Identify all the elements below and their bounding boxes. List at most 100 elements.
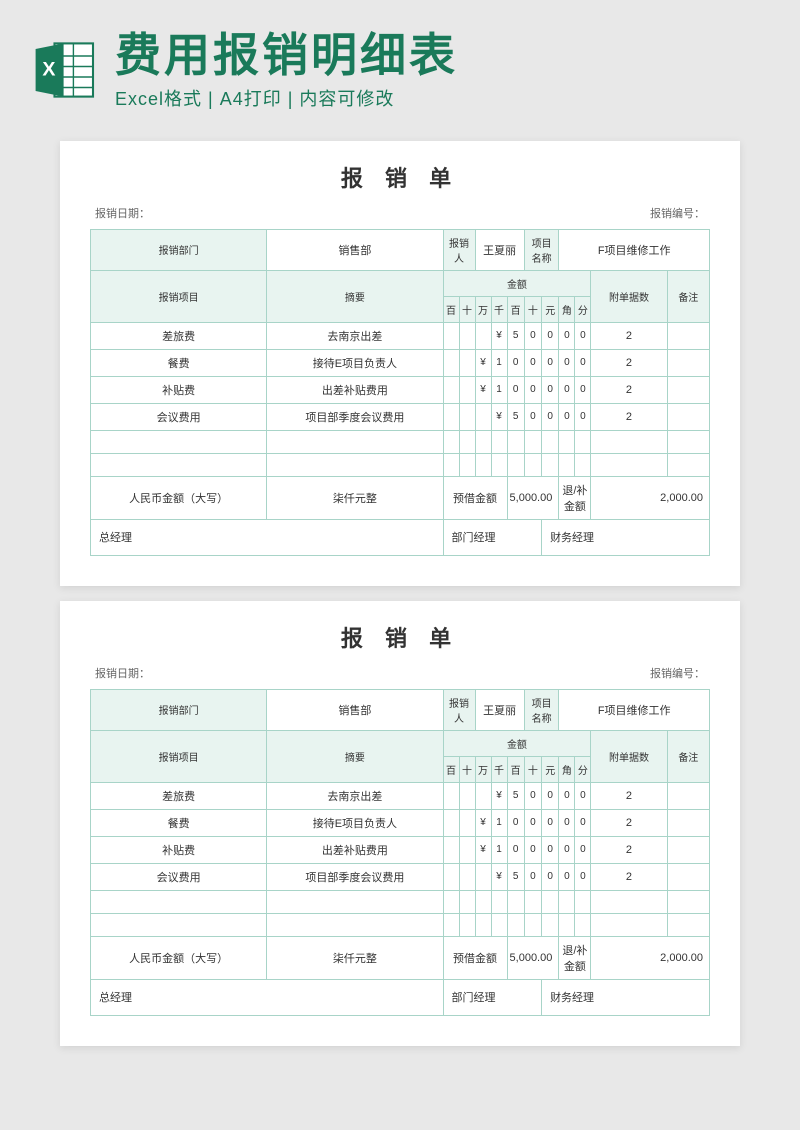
digit-cell: 5 [507, 403, 524, 430]
dept-value: 销售部 [267, 689, 443, 730]
attach-cell: 2 [591, 403, 667, 430]
date-label: 报销日期： [95, 205, 150, 221]
digit-cell: 0 [575, 782, 591, 809]
dept-label: 报销部门 [91, 229, 267, 270]
total-label: 人民币金额（大写） [91, 476, 267, 519]
table-row: 会议费用项目部季度会议费用¥500002 [91, 403, 710, 430]
digit-cell [475, 863, 491, 890]
digit-cell: ¥ [491, 403, 507, 430]
digit-h: 元 [542, 756, 559, 782]
digit-h: 十 [524, 296, 541, 322]
total-label: 人民币金额（大写） [91, 936, 267, 979]
digit-cell: 0 [507, 376, 524, 403]
project-label: 项目名称 [524, 229, 559, 270]
digit-cell [443, 322, 459, 349]
excel-icon: X [30, 35, 100, 105]
refund-label: 退/补金额 [559, 476, 591, 519]
person-value: 王夏丽 [475, 229, 524, 270]
remark-cell [667, 809, 709, 836]
remark-cell [667, 349, 709, 376]
table-row: 餐费接待E项目负责人¥1000002 [91, 349, 710, 376]
digit-h: 百 [443, 756, 459, 782]
attach-cell: 2 [591, 349, 667, 376]
form-title: 报 销 单 [90, 161, 710, 193]
digit-cell: ¥ [475, 349, 491, 376]
remark-cell [667, 863, 709, 890]
sign-dm: 部门经理 [443, 979, 542, 1015]
project-value: F项目维修工作 [559, 689, 710, 730]
digit-cell: ¥ [475, 376, 491, 403]
item-cell: 差旅费 [91, 782, 267, 809]
attach-header: 附单据数 [591, 730, 667, 782]
digit-cell: 0 [524, 349, 541, 376]
advance-label: 预借金额 [443, 476, 507, 519]
project-label: 项目名称 [524, 689, 559, 730]
amount-header: 金额 [443, 730, 591, 756]
digit-cell: ¥ [491, 863, 507, 890]
expense-table: 报销部门 销售部 报销人 王夏丽 项目名称 F项目维修工作 报销项目 摘要 金额… [90, 229, 710, 556]
digit-cell [459, 322, 475, 349]
refund-value: 2,000.00 [591, 936, 710, 979]
person-value: 王夏丽 [475, 689, 524, 730]
digit-cell [475, 782, 491, 809]
remark-header: 备注 [667, 730, 709, 782]
digit-cell: 0 [507, 349, 524, 376]
attach-cell: 2 [591, 863, 667, 890]
digit-cell: 1 [491, 836, 507, 863]
digit-h: 百 [443, 296, 459, 322]
digit-cell: 0 [542, 403, 559, 430]
digit-cell: 0 [524, 376, 541, 403]
remark-cell [667, 322, 709, 349]
number-label: 报销编号： [650, 205, 705, 221]
digit-cell [459, 836, 475, 863]
expense-table: 报销部门 销售部 报销人 王夏丽 项目名称 F项目维修工作 报销项目 摘要 金额… [90, 689, 710, 1016]
digit-cell: 0 [559, 809, 575, 836]
item-cell: 会议费用 [91, 403, 267, 430]
digit-cell: 0 [559, 403, 575, 430]
digit-cell: 0 [575, 322, 591, 349]
remark-cell [667, 836, 709, 863]
summary-cell: 接待E项目负责人 [267, 809, 443, 836]
digit-cell [459, 349, 475, 376]
table-row: 会议费用项目部季度会议费用¥500002 [91, 863, 710, 890]
digit-cell: 0 [575, 809, 591, 836]
digit-cell [443, 782, 459, 809]
form-title: 报 销 单 [90, 621, 710, 653]
digit-cell [443, 349, 459, 376]
project-value: F项目维修工作 [559, 229, 710, 270]
item-cell: 补贴费 [91, 376, 267, 403]
digit-cell: 0 [542, 863, 559, 890]
attach-cell: 2 [591, 836, 667, 863]
summary-cell: 出差补贴费用 [267, 836, 443, 863]
summary-cell: 去南京出差 [267, 322, 443, 349]
digit-h: 十 [524, 756, 541, 782]
summary-cell: 项目部季度会议费用 [267, 863, 443, 890]
digit-cell: 0 [507, 836, 524, 863]
summary-cell: 接待E项目负责人 [267, 349, 443, 376]
digit-cell: 0 [542, 836, 559, 863]
attach-cell: 2 [591, 322, 667, 349]
refund-value: 2,000.00 [591, 476, 710, 519]
digit-cell: 0 [524, 403, 541, 430]
sub-title: Excel格式 | A4打印 | 内容可修改 [115, 85, 770, 111]
date-label: 报销日期： [95, 665, 150, 681]
summary-header: 摘要 [267, 730, 443, 782]
advance-label: 预借金额 [443, 936, 507, 979]
expense-form: 报 销 单 报销日期： 报销编号： 报销部门 销售部 报销人 王夏丽 项目名称 … [60, 601, 740, 1046]
item-header: 报销项目 [91, 270, 267, 322]
digit-cell [459, 782, 475, 809]
digit-h: 分 [575, 296, 591, 322]
digit-cell: 0 [542, 782, 559, 809]
digit-cell: 0 [559, 836, 575, 863]
digit-cell: 0 [575, 349, 591, 376]
total-words: 柒仟元整 [267, 936, 443, 979]
remark-header: 备注 [667, 270, 709, 322]
main-title: 费用报销明细表 [115, 30, 770, 81]
attach-header: 附单据数 [591, 270, 667, 322]
digit-cell: 1 [491, 809, 507, 836]
page-header: X 费用报销明细表 Excel格式 | A4打印 | 内容可修改 [0, 0, 800, 126]
sign-dm: 部门经理 [443, 519, 542, 555]
digit-cell [443, 863, 459, 890]
item-cell: 补贴费 [91, 836, 267, 863]
amount-header: 金额 [443, 270, 591, 296]
